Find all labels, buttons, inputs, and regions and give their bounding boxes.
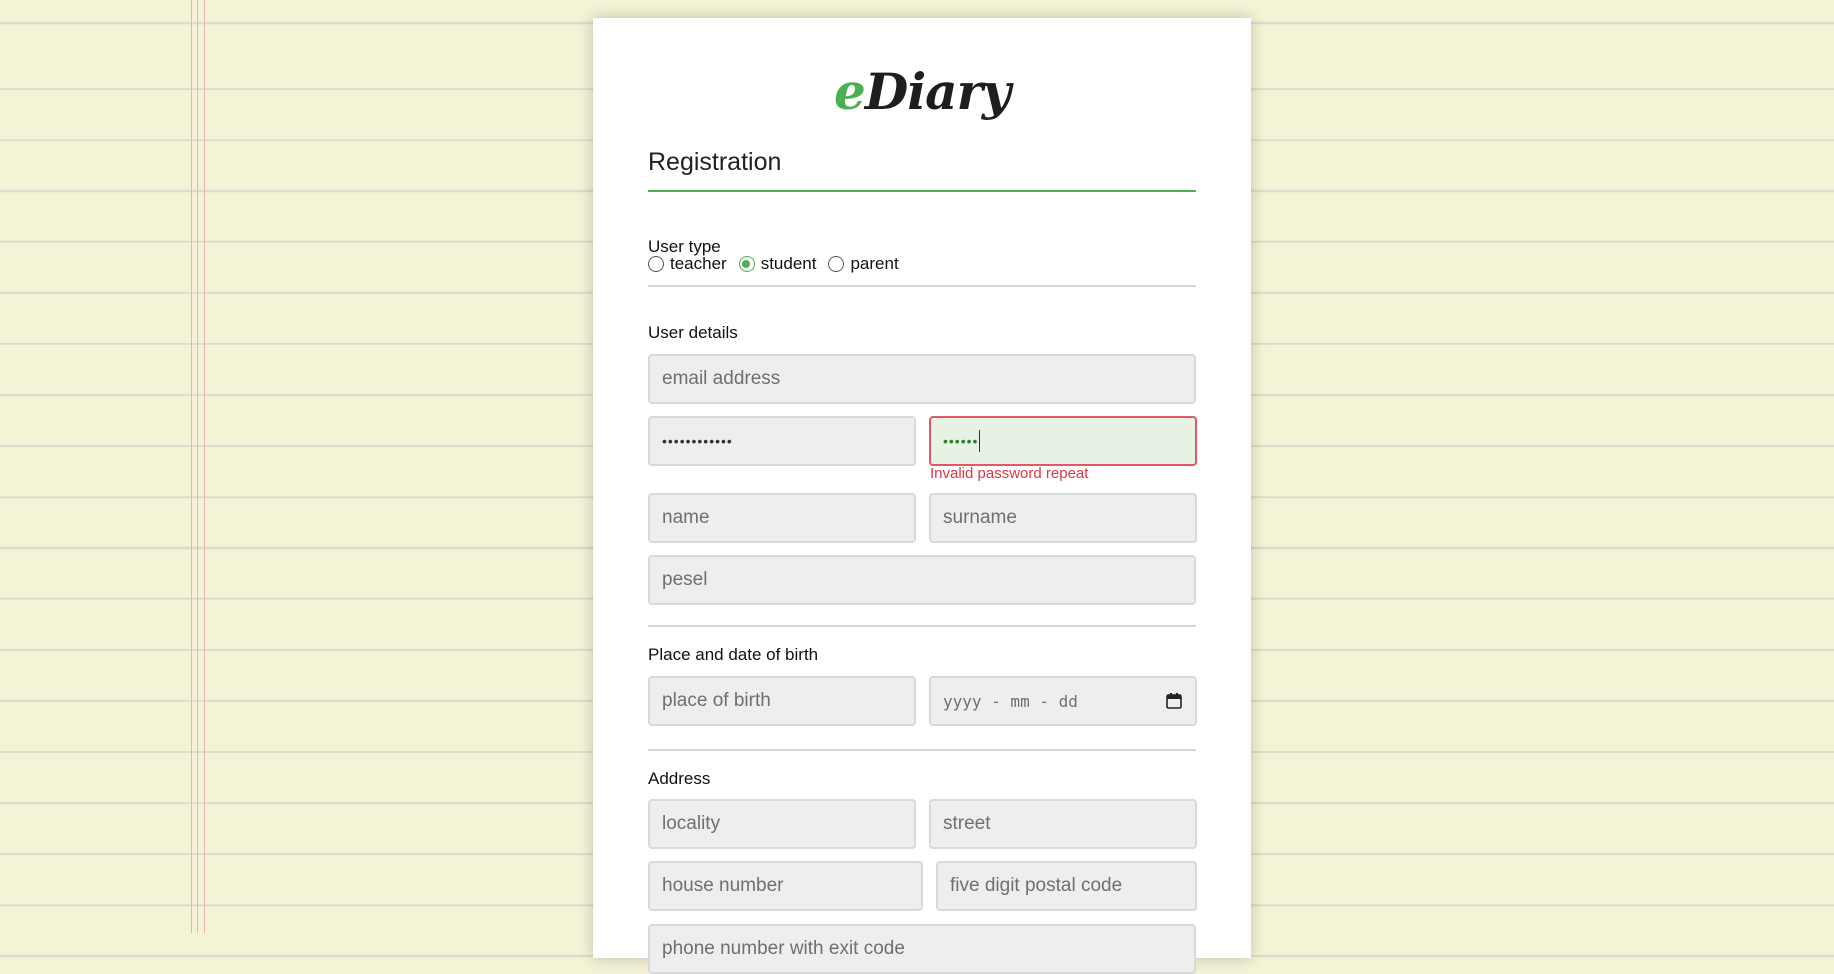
radio-teacher[interactable]: teacher (648, 254, 727, 274)
radio-circle[interactable] (738, 256, 755, 272)
locality-field[interactable]: locality (648, 799, 916, 849)
page-title: Registration (648, 148, 1196, 192)
password-field[interactable]: •••••••••••• (648, 416, 916, 466)
phone-field[interactable]: phone number with exit code (648, 924, 1196, 974)
password-repeat-error: Invalid password repeat (930, 465, 1089, 482)
radio-label: student (760, 254, 817, 273)
password-repeat-field[interactable]: •••••• (929, 416, 1197, 466)
birth-label: Place and date of birth (648, 645, 819, 664)
password-repeat-value: •••••• (943, 433, 979, 449)
phone-placeholder: phone number with exit code (662, 938, 905, 959)
radio-circle[interactable] (828, 256, 845, 272)
postal-code-field[interactable]: five digit postal code (936, 861, 1197, 911)
margin-line (191, 0, 192, 933)
locality-placeholder: locality (662, 813, 721, 834)
name-placeholder: name (662, 507, 710, 528)
house-number-field[interactable]: house number (648, 861, 923, 911)
logo-e: e (834, 62, 866, 121)
calendar-icon[interactable] (1165, 692, 1183, 710)
surname-placeholder: surname (943, 507, 1017, 528)
text-caret (979, 430, 981, 452)
divider (648, 285, 1196, 287)
margin-line (204, 0, 205, 933)
email-placeholder: email address (662, 368, 781, 389)
registration-card: eDiary Registration User type teacher st… (593, 18, 1251, 974)
logo: eDiary (593, 62, 1251, 121)
password-value: •••••••••••• (662, 433, 733, 449)
user-type-radios: teacher student parent (648, 254, 911, 274)
radio-circle[interactable] (648, 256, 664, 272)
user-details-label: User details (648, 323, 738, 342)
logo-text: Diary (864, 62, 1011, 121)
radio-parent[interactable]: parent (828, 254, 899, 274)
postal-code-placeholder: five digit postal code (950, 875, 1123, 896)
place-of-birth-field[interactable]: place of birth (648, 676, 916, 726)
house-number-placeholder: house number (662, 875, 784, 896)
address-label: Address (648, 769, 711, 788)
pesel-field[interactable]: pesel (648, 555, 1196, 605)
date-of-birth-field[interactable]: yyyy - mm - dd (929, 676, 1197, 726)
place-of-birth-placeholder: place of birth (662, 690, 771, 711)
street-placeholder: street (943, 813, 991, 834)
radio-label: parent (850, 254, 899, 273)
radio-student[interactable]: student (738, 254, 817, 274)
surname-field[interactable]: surname (929, 493, 1197, 543)
street-field[interactable]: street (929, 799, 1197, 849)
margin-line (197, 0, 198, 933)
email-field[interactable]: email address (648, 354, 1196, 404)
divider (648, 749, 1196, 751)
divider (648, 625, 1196, 627)
radio-label: teacher (670, 254, 727, 273)
pesel-placeholder: pesel (662, 569, 708, 590)
date-placeholder: yyyy - mm - dd (943, 691, 1078, 711)
name-field[interactable]: name (648, 493, 916, 543)
